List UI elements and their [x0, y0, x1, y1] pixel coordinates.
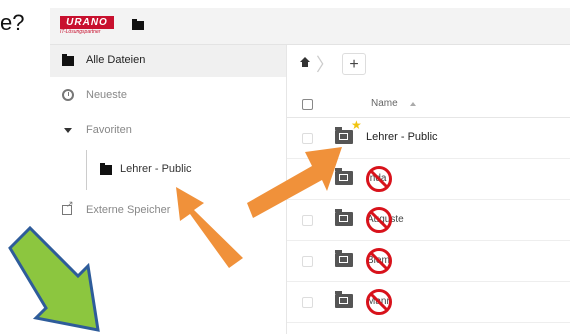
annotation-arrows: [8, 147, 342, 332]
green-arrow: [8, 225, 100, 332]
orange-arrow-left: [176, 187, 243, 268]
orange-arrow-right: [247, 147, 342, 218]
